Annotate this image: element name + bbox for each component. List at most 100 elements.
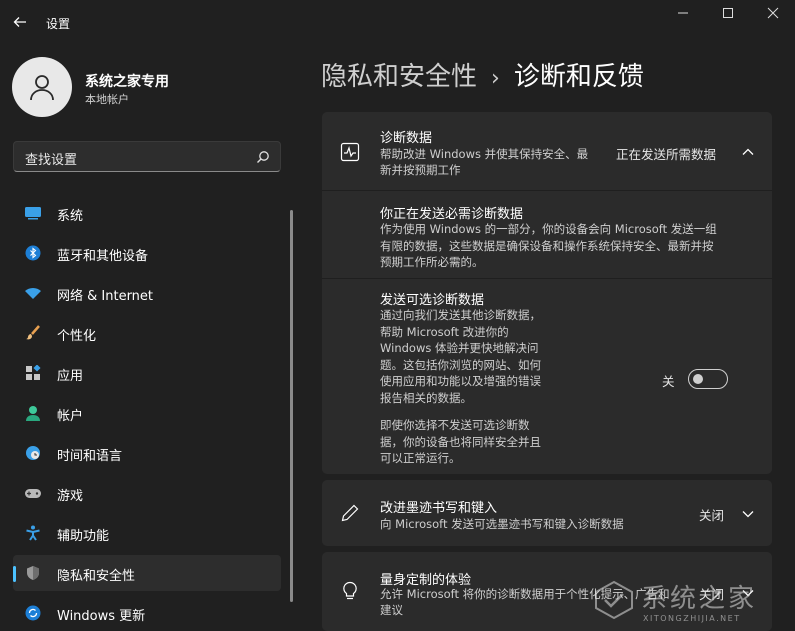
text-line: 可以正常运行。 [380, 451, 461, 465]
breadcrumb: 隐私和安全性 › 诊断和反馈 [321, 56, 644, 93]
text-line: 预期工作所必需的。 [380, 255, 484, 269]
diagnostic-data-desc: 帮助改进 Windows 并使其保持安全、最 新并按预期工作 [380, 146, 610, 178]
minimize-button[interactable] [671, 6, 695, 26]
optional-diagnostic-title: 发送可选诊断数据 [380, 293, 485, 308]
chevron-down-icon[interactable] [741, 507, 755, 521]
sidebar-item-label: 应用 [57, 369, 84, 384]
inking-typing-card[interactable]: 改进墨迹书写和键入 向 Microsoft 发送可选墨迹书写和键入诊断数据 关闭 [322, 480, 772, 546]
watermark-subtext: XITONGZHIJIA.NET [643, 614, 741, 623]
sidebar-nav: 系统 蓝牙和其他设备 网络 & Internet 个性化 应用 帐户 时间和语言… [13, 195, 281, 631]
page-title: 诊断和反馈 [513, 62, 644, 92]
sidebar-item-personalization[interactable]: 个性化 [13, 315, 281, 351]
person-avatar-icon [30, 75, 54, 101]
text-line: 作为使用 Windows 的一部分，你的设备会向 Microsoft 发送一组 [380, 222, 717, 236]
pen-icon [340, 503, 360, 523]
optional-diagnostic-note: 即使你选择不发送可选诊断数 据，你的设备也将同样安全并且 可以正常运行。 [380, 417, 620, 467]
person-icon [24, 404, 42, 422]
inking-typing-desc: 向 Microsoft 发送可选墨迹书写和键入诊断数据 [380, 517, 624, 531]
toggle-knob [693, 374, 703, 384]
inking-typing-status: 关闭 [699, 508, 725, 523]
optional-diagnostic-toggle[interactable] [688, 369, 728, 389]
text-line: 有限的数据，这些数据是确保设备和操作系统保持安全、最新并按 [380, 238, 714, 253]
toggle-state-label: 关 [662, 374, 675, 389]
maximize-icon [723, 8, 733, 18]
close-button[interactable] [761, 6, 785, 26]
user-profile[interactable]: 系统之家专用 本地帐户 [12, 57, 282, 117]
sidebar-item-bluetooth[interactable]: 蓝牙和其他设备 [13, 235, 281, 271]
diagnostic-data-title: 诊断数据 [380, 131, 433, 146]
sidebar-item-apps[interactable]: 应用 [13, 355, 281, 391]
sidebar-item-time-language[interactable]: 时间和语言 [13, 435, 281, 471]
profile-name: 系统之家专用 [85, 74, 169, 90]
watermark-text: 系统之家 [641, 584, 758, 614]
text-line: 报告相关的数据。 [380, 390, 472, 405]
breadcrumb-parent[interactable]: 隐私和安全性 [321, 62, 477, 92]
sidebar-item-gaming[interactable]: 游戏 [13, 475, 281, 511]
sidebar-item-privacy-security[interactable]: 隐私和安全性 [13, 555, 281, 591]
title-bar: 设置 [0, 0, 795, 46]
shield-icon [24, 564, 42, 582]
text-line: 帮助 Microsoft 改进你的 [380, 324, 509, 339]
brush-icon [24, 324, 42, 342]
search-input[interactable]: 查找设置 [25, 149, 77, 168]
required-diagnostic-text: 作为使用 Windows 的一部分，你的设备会向 Microsoft 发送一组 … [380, 221, 760, 271]
search-icon[interactable] [256, 150, 270, 164]
breadcrumb-separator: › [491, 66, 500, 91]
sidebar-item-accessibility[interactable]: 辅助功能 [13, 515, 281, 551]
monitor-icon [24, 204, 42, 222]
diagnostic-data-header[interactable]: 诊断数据 帮助改进 Windows 并使其保持安全、最 新并按预期工作 正在发送… [322, 112, 772, 190]
sidebar-item-label: 游戏 [57, 489, 84, 504]
activity-monitor-icon [340, 142, 360, 162]
sidebar-item-system[interactable]: 系统 [13, 195, 281, 231]
text-line: 据，你的设备也将同样安全并且 [380, 434, 541, 449]
text-line: 使用应用和功能以及增强的错误 [380, 374, 541, 388]
back-arrow-icon [13, 17, 26, 27]
account-type: 本地帐户 [85, 93, 129, 106]
sidebar-item-label: 系统 [57, 209, 84, 224]
watermark-logo-icon [595, 580, 633, 620]
back-button[interactable] [12, 14, 30, 32]
sidebar-item-label: 辅助功能 [57, 529, 110, 544]
text-line: 题。这包括你浏览的网站、如何 [380, 357, 541, 372]
text-line: 通过向我们发送其他诊断数据， [380, 308, 541, 322]
wifi-icon [24, 284, 42, 302]
sidebar-item-label: 帐户 [57, 409, 84, 424]
search-box[interactable]: 查找设置 [13, 141, 281, 172]
close-icon [767, 7, 779, 19]
sidebar-scrollbar[interactable] [290, 210, 293, 602]
app-title: 设置 [46, 17, 71, 31]
minimize-icon [678, 12, 688, 14]
optional-diagnostic-text: 通过向我们发送其他诊断数据， 帮助 Microsoft 改进你的 Windows… [380, 307, 620, 406]
sidebar-item-label: 时间和语言 [57, 449, 123, 464]
sidebar-item-label: 蓝牙和其他设备 [57, 249, 149, 264]
sidebar-item-label: 隐私和安全性 [57, 569, 136, 584]
gamepad-icon [24, 484, 42, 502]
watermark: 系统之家 XITONGZHIJIA.NET [593, 578, 783, 628]
inking-typing-title: 改进墨迹书写和键入 [380, 501, 498, 516]
globe-clock-icon [24, 444, 42, 462]
avatar [12, 57, 72, 117]
sidebar-item-accounts[interactable]: 帐户 [13, 395, 281, 431]
optional-diagnostic-section: 发送可选诊断数据 通过向我们发送其他诊断数据， 帮助 Microsoft 改进你… [322, 278, 772, 474]
diagnostic-data-card: 诊断数据 帮助改进 Windows 并使其保持安全、最 新并按预期工作 正在发送… [322, 112, 772, 474]
sidebar-item-label: Windows 更新 [57, 609, 146, 624]
sidebar-item-label: 网络 & Internet [57, 289, 154, 304]
text-line: Windows 体验并更快地解决问 [380, 341, 539, 355]
text-line: 即使你选择不发送可选诊断数 [380, 418, 530, 432]
desc-line: 新并按预期工作 [380, 163, 461, 177]
sidebar-item-windows-update[interactable]: Windows 更新 [13, 595, 281, 631]
selection-indicator [13, 566, 16, 582]
maximize-button[interactable] [716, 6, 740, 26]
desc-line: 帮助改进 Windows 并使其保持安全、最 [380, 147, 589, 161]
bluetooth-icon [24, 244, 42, 262]
required-diagnostic-section: 你正在发送必需诊断数据 作为使用 Windows 的一部分，你的设备会向 Mic… [322, 190, 772, 278]
sidebar-item-network[interactable]: 网络 & Internet [13, 275, 281, 311]
lightbulb-icon [340, 581, 360, 601]
diagnostic-status: 正在发送所需数据 [616, 147, 717, 162]
accessibility-icon [24, 524, 42, 542]
sidebar-item-label: 个性化 [57, 329, 97, 344]
chevron-up-icon[interactable] [741, 145, 755, 159]
update-icon [24, 604, 42, 622]
required-diagnostic-title: 你正在发送必需诊断数据 [380, 207, 524, 222]
apps-icon [24, 364, 42, 382]
